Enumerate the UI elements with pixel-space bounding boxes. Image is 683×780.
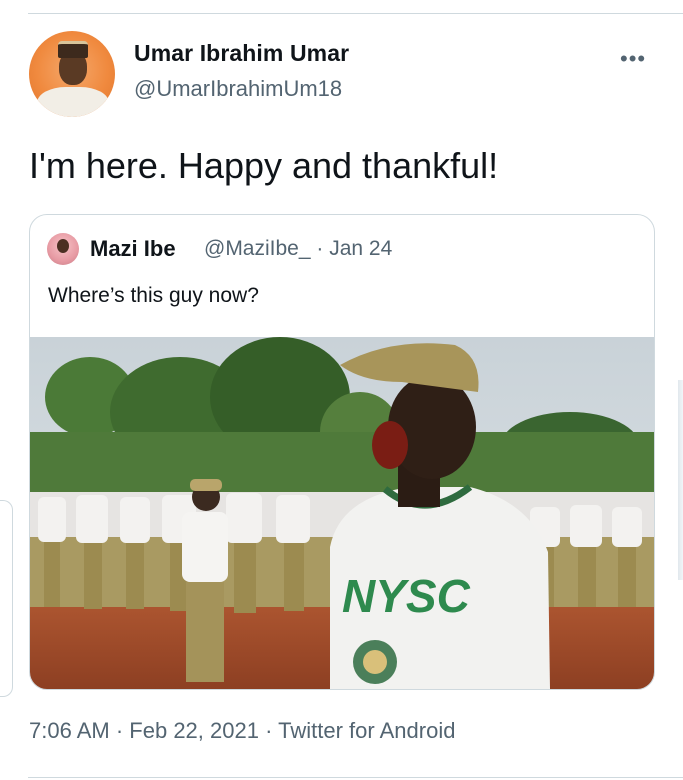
scrollbar-track[interactable]	[678, 380, 683, 580]
quoted-author-avatar	[47, 233, 79, 265]
quoted-tweet-photo[interactable]: NYSC	[30, 337, 654, 689]
author-avatar[interactable]	[29, 31, 115, 117]
avatar-cap	[58, 41, 88, 58]
shirt-text: NYSC	[342, 570, 471, 622]
quoted-tweet-card[interactable]: Mazi Ibe @MaziIbe_ · Jan 24 Where’s this…	[29, 214, 655, 690]
meta-separator: ·	[316, 237, 324, 260]
author-display-name[interactable]: Umar Ibrahim Umar	[134, 40, 349, 67]
top-divider	[28, 13, 683, 14]
tweet-footer: 7:06 AM · Feb 22, 2021 · Twitter for And…	[29, 718, 455, 744]
tweet-text: I'm here. Happy and thankful!	[29, 145, 499, 186]
quoted-author-handle: @MaziIbe_	[204, 237, 311, 260]
quoted-author-display-name: Mazi Ibe	[90, 236, 176, 261]
avatar-robe	[37, 87, 109, 117]
author-handle[interactable]: @UmarIbrahimUm18	[134, 76, 342, 102]
adjacent-card-edge	[0, 500, 13, 697]
quoted-tweet-text: Where’s this guy now?	[48, 284, 259, 307]
quoted-tweet-meta: @MaziIbe_ · Jan 24	[204, 237, 392, 261]
tweet-time[interactable]: 7:06 AM	[29, 718, 110, 743]
more-horizontal-icon[interactable]: •••	[620, 46, 646, 72]
bottom-divider	[28, 777, 683, 778]
tweet-date[interactable]: Feb 22, 2021	[129, 718, 259, 743]
tweet-source[interactable]: Twitter for Android	[278, 718, 455, 743]
quoted-tweet-date: Jan 24	[329, 237, 393, 260]
